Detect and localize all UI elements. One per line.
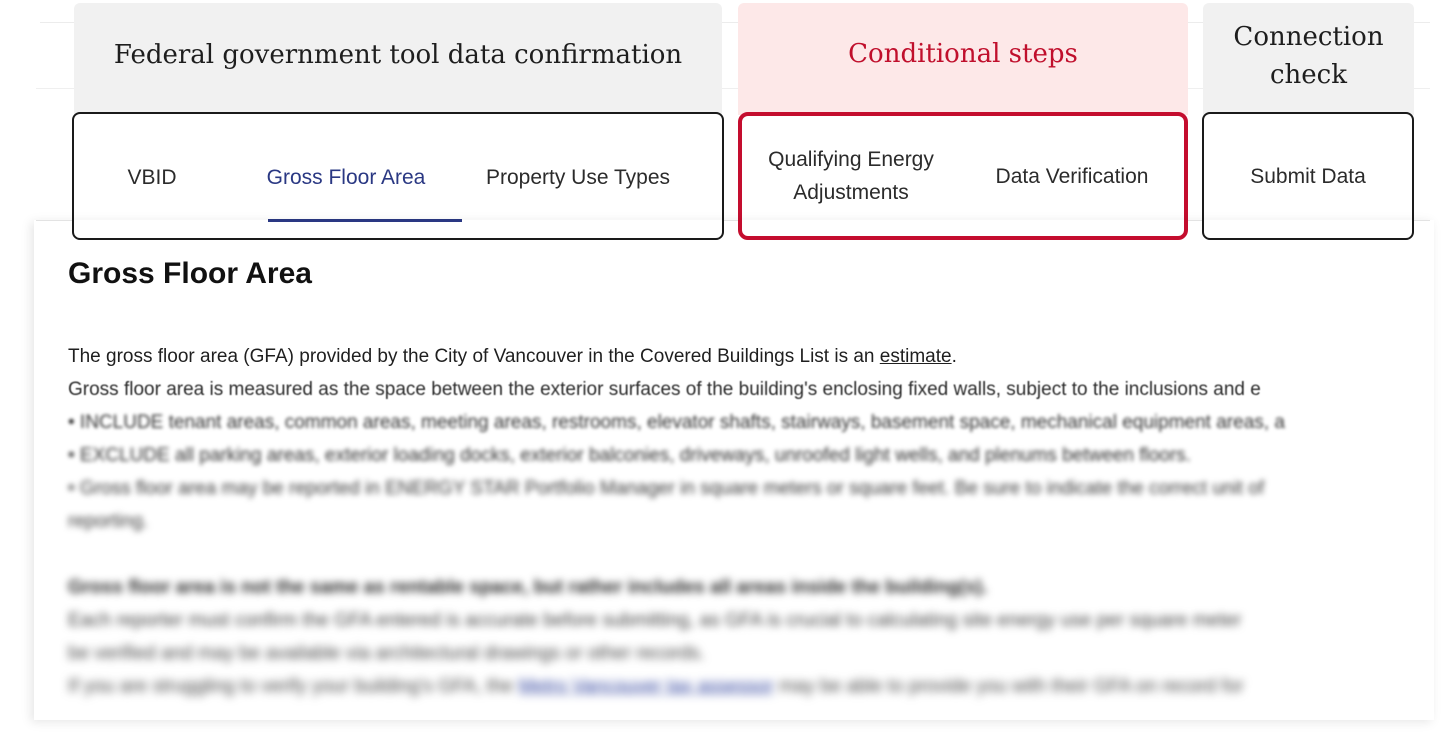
definition-text: Gross floor area is measured as the spac…	[68, 379, 1261, 400]
estimate-link[interactable]: estimate	[880, 346, 952, 367]
bold-note: Gross floor area is not the same as rent…	[68, 577, 988, 598]
tab-data-verification[interactable]: Data Verification	[960, 116, 1184, 236]
group-label-conditional: Conditional steps	[738, 3, 1188, 115]
help-paragraph: If you are struggling to verify your bui…	[68, 670, 1428, 703]
tax-assessor-link[interactable]: Metro Vancouver tax assessor	[518, 676, 773, 697]
group-label-federal: Federal government tool data confirmatio…	[74, 3, 722, 115]
confirm-text: Each reporter must confirm the GFA enter…	[68, 610, 1242, 631]
confirm-text-continued: be verified and may be available via arc…	[68, 643, 705, 664]
content-panel: Gross Floor Area The gross floor area (G…	[34, 220, 1434, 720]
help-text-end: may be able to provide you with their GF…	[773, 676, 1244, 697]
intro-end: .	[951, 346, 957, 367]
include-bullet: • INCLUDE tenant areas, common areas, me…	[68, 412, 1285, 433]
units-bullet-continued: reporting.	[68, 511, 149, 532]
exclude-bullet: • EXCLUDE all parking areas, exterior lo…	[68, 445, 1191, 466]
tab-qualifying-energy-adjustments[interactable]: Qualifying Energy Adjustments	[742, 116, 960, 236]
intro-text: The gross floor area (GFA) provided by t…	[68, 346, 880, 367]
help-text: If you are struggling to verify your bui…	[68, 676, 519, 697]
page-title: Gross Floor Area	[68, 257, 312, 290]
group-label-connection: Connection check	[1203, 3, 1414, 115]
units-bullet: • Gross floor area may be reported in EN…	[68, 478, 1265, 499]
intro-paragraph: The gross floor area (GFA) provided by t…	[68, 340, 1428, 373]
